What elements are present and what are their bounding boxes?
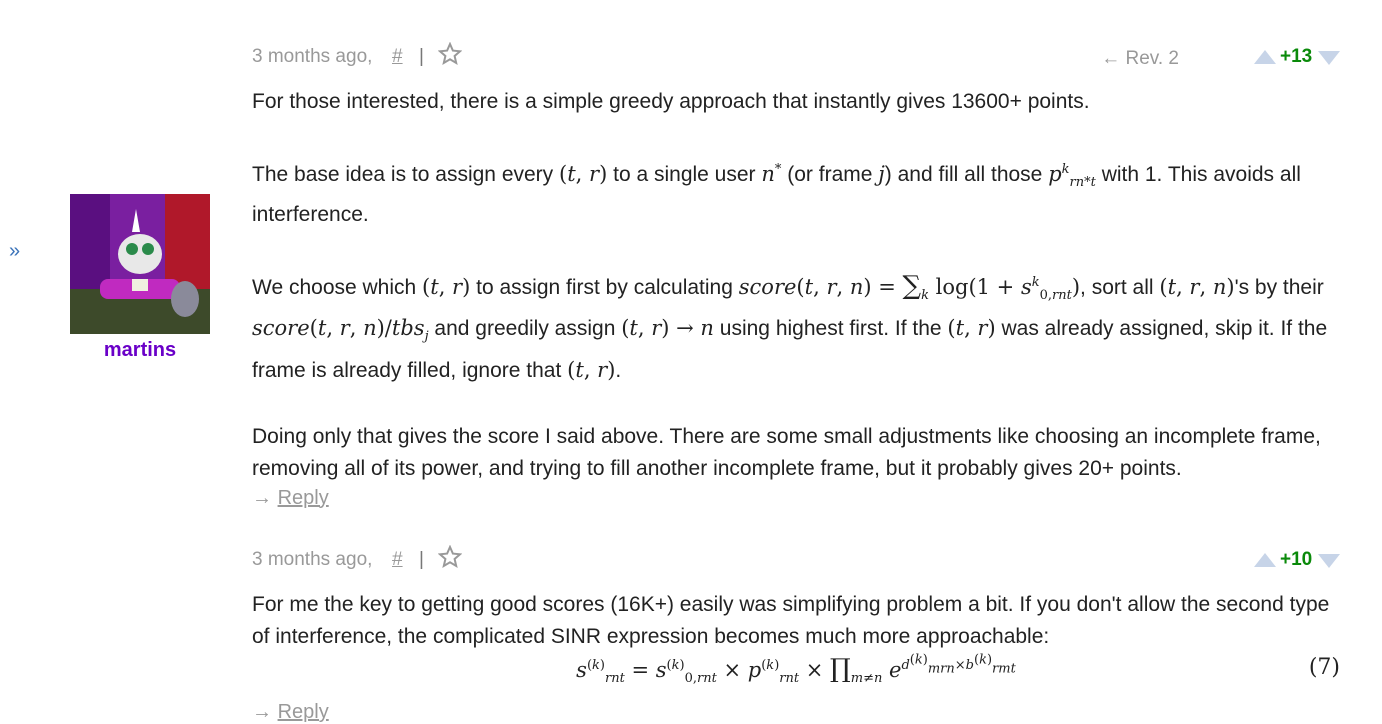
avatar[interactable] — [70, 194, 210, 334]
math-formula: n* — [761, 162, 782, 186]
text-run: and greedily assign — [428, 317, 622, 341]
comment-score: +13 — [1280, 46, 1313, 67]
comment-time: 3 months ago, — [252, 549, 373, 570]
comment-paragraph: The base idea is to assign every (t, r) … — [252, 154, 1340, 231]
comment-paragraph: Doing only that gives the score I said a… — [252, 424, 1321, 480]
star-outline-icon[interactable] — [437, 41, 463, 66]
star-outline-icon[interactable] — [437, 544, 463, 569]
comment-meta: 3 months ago, # | ← Rev. 2 +13 — [252, 41, 1340, 72]
math-formula: score(t, r, n)/tbsj — [252, 316, 429, 345]
math-formula: (t, r) — [422, 275, 471, 300]
reply-label[interactable]: Reply — [278, 701, 329, 723]
author-name[interactable]: martins — [70, 339, 210, 362]
expand-comments-icon[interactable]: » — [9, 240, 20, 263]
text-run: 's by their — [1234, 276, 1324, 300]
comment-meta: 3 months ago, # | +10 — [252, 544, 1340, 575]
triangle-up-icon[interactable] — [1254, 50, 1276, 64]
vote-widget: +13 — [1254, 46, 1340, 70]
math-formula: score(t, r, n) = ∑k log(1 + sk0,rnt) — [738, 271, 1081, 304]
left-arrow-icon: ← — [1101, 48, 1121, 69]
permalink[interactable]: # — [392, 549, 403, 571]
revision-label: Rev. 2 — [1125, 48, 1179, 69]
comment-paragraph: For me the key to getting good scores (1… — [252, 593, 1330, 648]
reply-link[interactable]: → Reply — [252, 487, 1340, 510]
text-run: . — [615, 358, 622, 382]
comment: 3 months ago, # | +10 For me the key to … — [252, 544, 1340, 724]
math-formula: s(k)rnt = s(k)0,rnt × p(k)rnt × ∏m≠n ed(… — [576, 653, 1016, 687]
math-formula: pkrn*t — [1048, 162, 1096, 191]
comment-paragraph: We choose which (t, r) to assign first b… — [252, 267, 1340, 386]
comment-score: +10 — [1280, 549, 1313, 570]
math-formula: (t, r) — [559, 162, 608, 186]
comment: 3 months ago, # | ← Rev. 2 +13 For those… — [252, 41, 1340, 510]
math-formula: (t, r) — [567, 357, 616, 382]
text-run: ) and fill all those — [884, 163, 1049, 186]
right-arrow-icon: → — [252, 486, 272, 509]
math-formula: (t, r) → n — [621, 316, 714, 341]
text-run: to assign first by calculating — [470, 276, 739, 300]
revision-link[interactable]: ← Rev. 2 — [1101, 48, 1179, 70]
right-arrow-icon: → — [252, 701, 272, 723]
reply-label[interactable]: Reply — [278, 487, 329, 509]
text-run: The base idea is to assign every — [252, 163, 560, 186]
comment-time: 3 months ago, — [252, 46, 373, 67]
equation-number: (7) — [1308, 655, 1340, 680]
triangle-down-icon[interactable] — [1318, 554, 1340, 568]
triangle-down-icon[interactable] — [1318, 51, 1340, 65]
text-run: , sort all — [1080, 276, 1160, 300]
triangle-up-icon[interactable] — [1254, 553, 1276, 567]
text-run: (or frame — [781, 163, 879, 186]
text-run: using highest first. If the — [713, 317, 948, 341]
math-formula: (t, r, n) — [1159, 275, 1235, 300]
text-run: to a single user — [607, 163, 762, 186]
math-equation: s(k)rnt = s(k)0,rnt × p(k)rnt × ∏m≠n ed(… — [252, 653, 1340, 697]
reply-link[interactable]: → Reply — [252, 701, 1340, 724]
separator: | — [419, 46, 424, 67]
math-formula: (t, r) — [947, 316, 996, 341]
text-run: We choose which — [252, 276, 423, 300]
vote-widget: +10 — [1254, 549, 1340, 573]
permalink[interactable]: # — [392, 46, 403, 68]
comment-paragraph: For those interested, there is a simple … — [252, 90, 1090, 113]
separator: | — [419, 549, 424, 570]
